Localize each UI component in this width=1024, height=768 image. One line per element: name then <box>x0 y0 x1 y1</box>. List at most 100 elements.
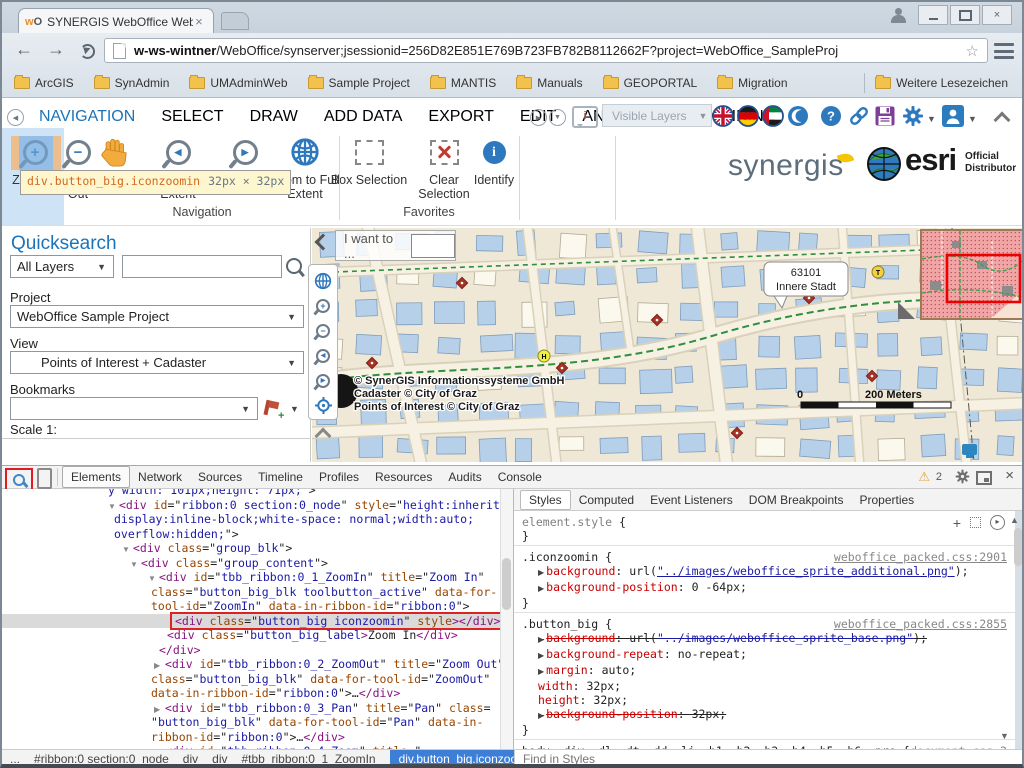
zoom-in-icon[interactable]: + <box>309 293 337 318</box>
toolbar-button-identify[interactable]: iIdentify <box>464 134 524 187</box>
bookmark-migration[interactable]: Migration <box>717 76 787 90</box>
dom-node-line[interactable]: class="button_big_blk toolbutton_active"… <box>2 585 500 600</box>
devtools-tab-console[interactable]: Console <box>490 467 550 487</box>
styles-rules[interactable]: element.style {+▸}.iconzoomin {weboffice… <box>514 511 1015 749</box>
dom-node-line[interactable]: data-in-ribbon-id="ribbon:0">…</div> <box>2 686 500 701</box>
layer-filter-dropdown[interactable]: All Layers▼ <box>10 255 114 278</box>
devtools-tab-timeline[interactable]: Timeline <box>250 467 311 487</box>
bookmark-arcgis[interactable]: ArcGIS <box>14 76 74 90</box>
user-caret-icon[interactable]: ▼ <box>968 114 977 124</box>
devtools-tab-sources[interactable]: Sources <box>190 467 250 487</box>
styles-tab-event-listeners[interactable]: Event Listeners <box>642 491 741 509</box>
language-german-flag[interactable] <box>737 105 759 127</box>
map-canvas[interactable]: H H T © SynerGIS Informationssysteme Gmb… <box>312 228 1024 462</box>
add-bookmark-pin-icon[interactable] <box>263 400 270 416</box>
dom-node-line[interactable]: <div class="button_big_label>Zoom In</di… <box>2 628 500 643</box>
bookmark-umadminweb[interactable]: UMAdminWeb <box>189 76 287 90</box>
zoom-out-icon[interactable]: − <box>309 318 337 343</box>
devtools-tab-network[interactable]: Network <box>130 467 190 487</box>
inspected-dom-node[interactable]: <div class="button_big iconzoomin" style… <box>2 614 500 629</box>
dom-node-line[interactable]: class="button_big_blk" data-for-tool-id=… <box>2 672 500 687</box>
css-rule--button-big[interactable]: .button_big {weboffice_packed.css:2855▶b… <box>514 613 1015 740</box>
dom-node-line[interactable]: ▶<div id="tbb_ribbon:0_3_Pan" title="Pan… <box>2 701 500 716</box>
css-property[interactable]: ▶background-position: 0 -64px; <box>522 580 1007 596</box>
styles-scroll-up-icon[interactable]: ▲ <box>1010 515 1019 525</box>
bookmark-manuals[interactable]: Manuals <box>516 76 582 90</box>
toolbar-button-box-selection[interactable]: Box Selection <box>323 134 415 187</box>
dom-node-line[interactable]: </div> <box>2 643 500 658</box>
inspect-element-icon[interactable] <box>5 468 33 491</box>
dock-side-icon[interactable] <box>976 471 992 485</box>
css-rule-element-style[interactable]: element.style {+▸} <box>514 511 1015 546</box>
overview-toggle-icon[interactable] <box>898 302 915 319</box>
bookmark-geoportal[interactable]: GEOPORTAL <box>603 76 698 90</box>
styles-tab-dom-breakpoints[interactable]: DOM Breakpoints <box>741 491 852 509</box>
minimize-button[interactable] <box>918 5 948 25</box>
devtools-tab-elements[interactable]: Elements <box>62 466 130 488</box>
visible-layers-dropdown[interactable]: Visible Layers▼ <box>602 104 712 127</box>
bookmark-sample-project[interactable]: Sample Project <box>308 76 410 90</box>
find-in-styles-bar[interactable] <box>514 749 1024 767</box>
share-link-icon[interactable] <box>848 105 870 127</box>
css-source-link[interactable]: weboffice_packed.css:2855 <box>834 617 1007 631</box>
css-property[interactable]: ▶background: url("../images/weboffice_sp… <box>522 564 1007 580</box>
view-dropdown[interactable]: Points of Interest + Cadaster▼ <box>10 351 304 374</box>
elements-scrollbar-thumb[interactable] <box>502 558 511 610</box>
styles-tab-properties[interactable]: Properties <box>851 491 922 509</box>
css-property[interactable]: width: 32px; <box>522 679 1007 693</box>
ribbon-scroll-left-icon[interactable]: ◀ <box>7 109 24 126</box>
i-want-to-panel[interactable]: I want to ... <box>335 230 456 261</box>
chrome-menu-icon[interactable] <box>994 43 1014 59</box>
dom-node-line[interactable]: display:inline-block;white-space: normal… <box>2 512 500 527</box>
bookmark-star-icon[interactable]: ☆ <box>966 42 979 60</box>
styles-scroll-down-icon[interactable]: ▼ <box>1000 731 1009 741</box>
settings-caret-icon[interactable]: ▼ <box>927 114 936 124</box>
breadcrumb--[interactable]: ... <box>10 752 20 766</box>
css-source-link[interactable]: weboffice_packed.css:2901 <box>834 550 1007 564</box>
search-icon[interactable] <box>286 258 302 274</box>
css-rule-body-div-dl-dt-dd-li-h1-h2-h3-h4-h5-h6-pre[interactable]: body, div, dl, dt, dd, li, h1, h2, h3, h… <box>514 740 1015 749</box>
breadcrumb-div[interactable]: div <box>212 752 227 766</box>
browser-tab[interactable]: wO SYNERGIS WebOffice Web × <box>18 8 214 34</box>
language-english-flag[interactable] <box>712 105 734 127</box>
i-want-to-input[interactable] <box>411 234 455 258</box>
dom-node-line[interactable]: ▼<div id="tbb_ribbon:0_1_ZoomIn" title="… <box>2 570 500 585</box>
language-arabic-flag[interactable] <box>762 105 784 127</box>
css-property[interactable]: ▶background: url("../images/weboffice_sp… <box>522 631 1007 647</box>
css-property[interactable]: ▶background-position: 32px; <box>522 707 1007 723</box>
new-tab-button[interactable] <box>221 12 249 30</box>
dom-node-line[interactable]: ▼<div class="group_blk"> <box>2 541 500 556</box>
ribbon-more-icon[interactable]: ▼ <box>549 109 566 126</box>
night-mode-crescent-icon[interactable] <box>787 105 809 127</box>
dom-node-line[interactable]: ▶<div id="tbb_ribbon:0_2_ZoomOut" title=… <box>2 657 500 672</box>
full-extent-globe-icon[interactable] <box>309 268 337 293</box>
dom-node-line[interactable]: "button_big_blk" data-for-tool-id="Pan" … <box>2 715 500 730</box>
bookmarks-overflow[interactable]: Weitere Lesezeichen <box>862 73 1008 93</box>
devtools-tab-audits[interactable]: Audits <box>440 467 489 487</box>
styles-scrollbar-thumb[interactable] <box>1014 528 1022 566</box>
quicksearch-input[interactable] <box>122 255 282 278</box>
dom-node-line[interactable]: ▼<div id="ribbon:0 section:0_node" style… <box>2 498 500 513</box>
dom-node-line[interactable]: ▼<div class="group_content"> <box>2 556 500 571</box>
elements-tree[interactable]: y width: 101px;height: 71px;">▼<div id="… <box>2 489 500 749</box>
breadcrumb--ribbon-0-section-0-node[interactable]: #ribbon:0 section:0_node <box>34 752 169 766</box>
forward-button[interactable]: → <box>44 39 68 60</box>
ribbon-tab-export[interactable]: EXPORT <box>415 102 507 132</box>
ribbon-tab-select[interactable]: SELECT <box>148 102 236 132</box>
devtools-close-icon[interactable]: × <box>1005 467 1014 484</box>
address-bar[interactable]: w-ws-wintner/WebOffice/synserver;jsessio… <box>104 38 988 63</box>
toggle-state-icon[interactable]: ▸ <box>990 515 1005 530</box>
position-crosshair-icon[interactable] <box>309 393 337 418</box>
save-icon[interactable] <box>874 105 896 127</box>
help-icon[interactable]: ? <box>820 105 842 127</box>
maximize-button[interactable] <box>950 5 980 25</box>
ribbon-tab-draw[interactable]: DRAW <box>237 102 311 132</box>
profile-icon[interactable] <box>888 7 910 23</box>
ribbon-tab-add-data[interactable]: ADD DATA <box>311 102 416 132</box>
reload-button[interactable] <box>80 44 95 59</box>
element-state-icon[interactable] <box>970 517 981 528</box>
tab-close-icon[interactable]: × <box>195 14 203 29</box>
bookmark-menu-caret-icon[interactable]: ▼ <box>290 404 299 414</box>
devtools-tab-profiles[interactable]: Profiles <box>311 467 367 487</box>
new-rule-icon[interactable]: + <box>953 518 961 528</box>
